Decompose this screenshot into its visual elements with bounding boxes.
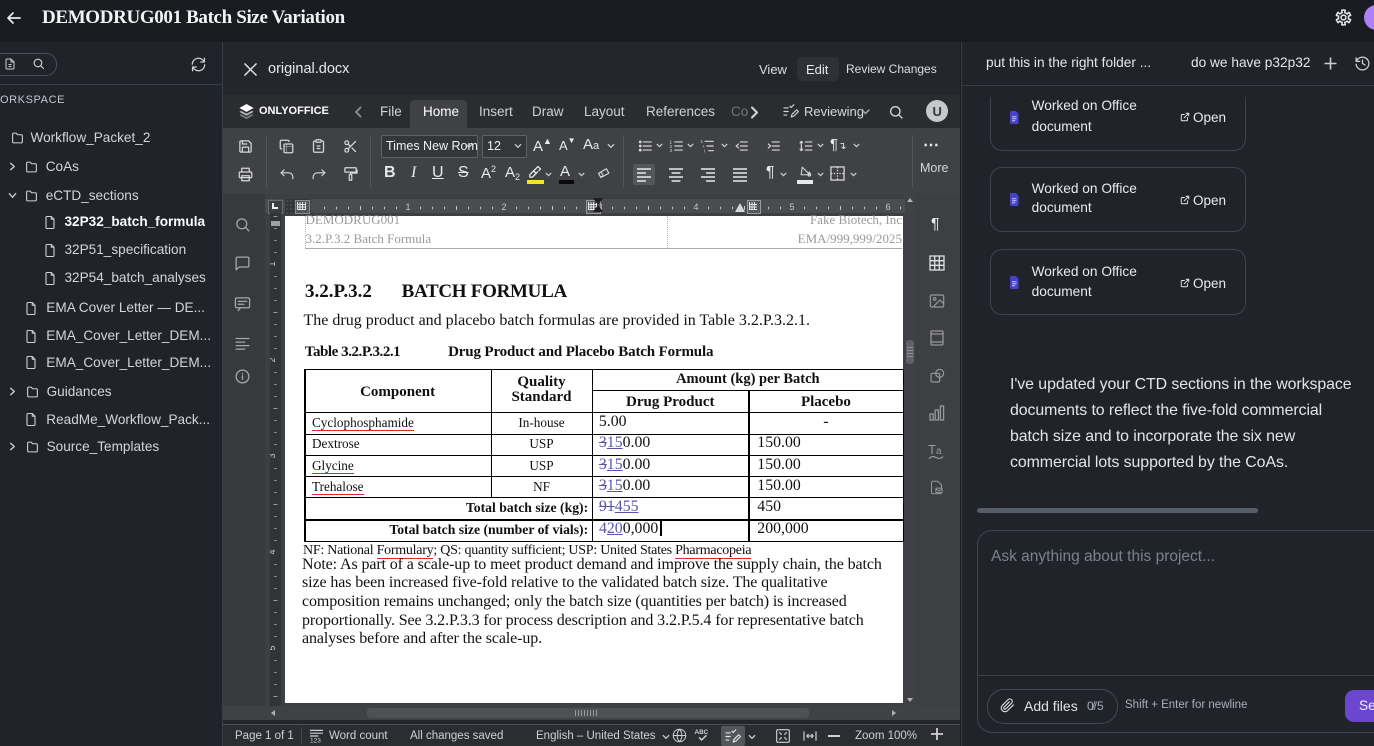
svg-text:123: 123	[310, 738, 321, 743]
svg-text:4: 4	[270, 549, 277, 554]
svg-text:6: 6	[885, 202, 890, 212]
svg-text:2: 2	[501, 202, 506, 212]
svg-text:3: 3	[670, 148, 673, 153]
svg-text:1: 1	[270, 261, 277, 266]
svg-text:3: 3	[270, 453, 277, 458]
svg-text:5: 5	[789, 202, 794, 212]
svg-text:ABC: ABC	[695, 729, 709, 736]
svg-text:i: i	[704, 148, 705, 153]
svg-text:2: 2	[270, 357, 277, 362]
svg-text:1: 1	[405, 202, 410, 212]
svg-text:4: 4	[693, 202, 698, 212]
svg-text:5: 5	[270, 645, 277, 650]
